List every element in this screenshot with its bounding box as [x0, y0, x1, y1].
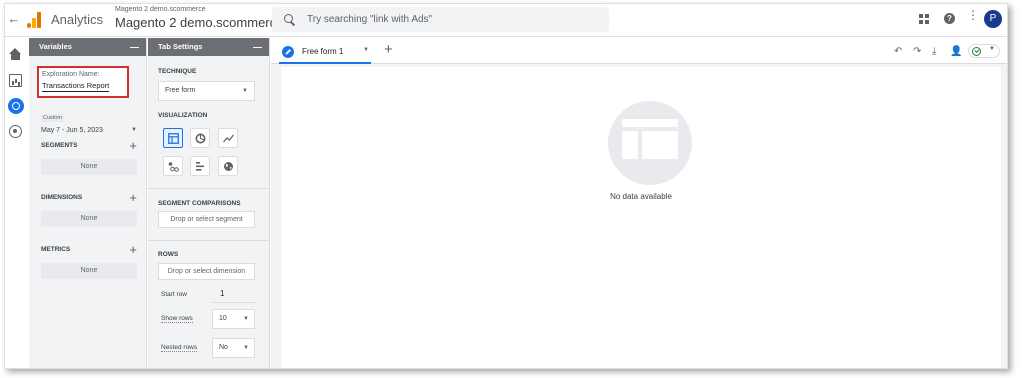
nested-rows-select[interactable]: No ▼ — [212, 338, 255, 358]
share-user-icon[interactable]: 👤 — [950, 46, 962, 57]
donut-viz-button[interactable] — [190, 128, 210, 148]
app-window: ← Analytics Magento 2 demo.scommerce Mag… — [4, 3, 1008, 369]
chevron-down-icon: ▼ — [242, 88, 248, 94]
home-icon[interactable] — [9, 48, 22, 61]
show-rows-value: 10 — [219, 315, 227, 322]
undo-icon[interactable]: ↶ — [894, 46, 902, 57]
date-range-tag: Custom — [41, 114, 64, 122]
nested-rows-value: No — [219, 344, 228, 351]
geo-viz-button[interactable] — [218, 156, 238, 176]
tab-settings-panel: Tab Settings — TECHNIQUE Free form ▼ VIS… — [148, 38, 270, 368]
apps-grid-icon[interactable] — [919, 14, 929, 24]
metrics-section: METRICS + None — [41, 242, 137, 279]
search-bar[interactable]: Try searching "link with Ads" — [272, 7, 609, 32]
visualization-label: VISUALIZATION — [158, 112, 208, 119]
metrics-title: METRICS — [41, 246, 71, 253]
bar-viz-button[interactable] — [190, 156, 210, 176]
canvas-sheet: No data available — [281, 67, 1001, 368]
dimensions-section: DIMENSIONS + None — [41, 190, 137, 227]
pencil-icon — [282, 46, 294, 58]
tab-settings-title: Tab Settings — [158, 42, 203, 51]
exploration-name-label: Exploration Name: — [42, 71, 100, 78]
chevron-down-icon[interactable]: ▼ — [363, 47, 369, 53]
back-arrow-icon[interactable]: ← — [7, 12, 21, 26]
rows-drop-zone[interactable]: Drop or select dimension — [158, 263, 255, 280]
dimensions-title: DIMENSIONS — [41, 194, 83, 201]
help-icon[interactable]: ? — [944, 13, 955, 24]
account-name[interactable]: Magento 2 demo.scommerce — [115, 6, 206, 13]
check-circle-icon — [972, 46, 981, 56]
show-rows-select[interactable]: 10 ▼ — [212, 309, 255, 329]
tab-label: Free form 1 — [302, 47, 344, 56]
dimensions-empty: None — [41, 211, 137, 227]
advertising-icon[interactable] — [9, 125, 22, 138]
segment-comparisons-label: SEGMENT COMPARISONS — [158, 200, 241, 207]
tab-settings-header: Tab Settings — — [148, 38, 269, 56]
line-chart-icon — [223, 134, 234, 143]
segments-title: SEGMENTS — [41, 142, 78, 149]
tab-free-form-1[interactable]: Free form 1 ▼ — [279, 42, 371, 64]
nested-rows-label: Nested rows — [161, 344, 198, 352]
avatar[interactable]: P — [984, 10, 1002, 28]
more-vert-icon[interactable]: ⋮ — [967, 9, 979, 25]
left-nav-rail — [5, 38, 27, 368]
segment-drop-zone[interactable]: Drop or select segment — [158, 211, 255, 228]
analytics-logo-icon — [27, 12, 41, 28]
add-segment-icon[interactable]: + — [129, 138, 137, 153]
download-icon[interactable]: ⤓ — [932, 46, 936, 57]
metrics-empty: None — [41, 263, 137, 279]
status-check-button[interactable]: ▼ — [968, 44, 1000, 58]
divider — [148, 188, 270, 189]
rows-label: ROWS — [158, 251, 179, 258]
exploration-name-input[interactable]: Transactions Report — [42, 81, 110, 92]
property-selector[interactable]: Magento 2 demo.scommerce — [115, 15, 283, 30]
reports-icon[interactable] — [9, 74, 22, 87]
search-icon — [283, 13, 297, 27]
scatter-chart-icon — [168, 162, 179, 172]
start-row-label: Start row — [161, 291, 188, 298]
chevron-down-icon: ▼ — [989, 46, 995, 52]
line-viz-button[interactable] — [218, 128, 238, 148]
redo-icon[interactable]: ↷ — [913, 46, 921, 57]
date-range-value: May 7 - Jun 5, 2023 ▼ — [41, 127, 137, 134]
search-placeholder: Try searching "link with Ads" — [307, 14, 433, 25]
variables-panel: Variables — Exploration Name: Transactio… — [29, 38, 147, 368]
top-bar: ← Analytics Magento 2 demo.scommerce Mag… — [5, 4, 1007, 37]
add-dimension-icon[interactable]: + — [129, 190, 137, 205]
bar-chart-icon — [196, 162, 204, 171]
add-tab-button[interactable]: + — [384, 41, 393, 58]
explore-icon[interactable] — [8, 98, 24, 114]
add-metric-icon[interactable]: + — [129, 242, 137, 257]
date-range-selector[interactable]: Custom May 7 - Jun 5, 2023 ▼ — [41, 106, 137, 134]
show-rows-label: Show rows — [161, 315, 193, 323]
exploration-name-field[interactable]: Exploration Name: Transactions Report — [37, 66, 129, 98]
table-viz-button[interactable] — [163, 128, 183, 148]
date-range-text: May 7 - Jun 5, 2023 — [41, 127, 103, 134]
variables-title: Variables — [39, 42, 72, 51]
globe-icon — [224, 162, 233, 171]
scatter-viz-button[interactable] — [163, 156, 183, 176]
chevron-down-icon[interactable]: ▼ — [131, 127, 137, 133]
technique-select[interactable]: Free form ▼ — [158, 81, 255, 101]
minimize-tab-settings-button[interactable]: — — [253, 38, 262, 56]
table-icon — [168, 133, 179, 144]
app-name: Analytics — [51, 12, 104, 27]
technique-label: TECHNIQUE — [158, 68, 197, 75]
exploration-canvas: Free form 1 ▼ + ↶ ↷ ⤓ 👤 ▼ No data availa… — [271, 38, 1007, 368]
property-name: Magento 2 demo.scommerce — [115, 15, 284, 30]
no-data-message: No data available — [610, 192, 672, 201]
technique-value: Free form — [165, 87, 196, 94]
start-row-input[interactable]: 1 — [212, 289, 255, 303]
chevron-down-icon: ▼ — [243, 316, 249, 322]
variables-header: Variables — — [29, 38, 146, 56]
segments-empty: None — [41, 159, 137, 175]
divider — [148, 240, 270, 241]
empty-table-illustration — [608, 101, 692, 185]
segments-section: SEGMENTS + None — [41, 138, 137, 175]
minimize-variables-button[interactable]: — — [130, 38, 139, 56]
tab-strip: Free form 1 ▼ + ↶ ↷ ⤓ 👤 ▼ — [271, 38, 1007, 64]
chevron-down-icon: ▼ — [243, 345, 249, 351]
donut-chart-icon — [195, 133, 206, 144]
